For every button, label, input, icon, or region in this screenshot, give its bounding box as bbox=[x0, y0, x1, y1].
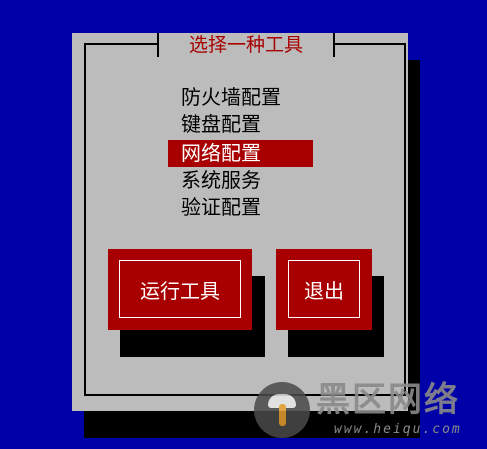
menu-item-network[interactable]: 网络配置 bbox=[168, 140, 313, 167]
watermark: 黑区网络 www.heiqu.com bbox=[254, 380, 484, 442]
menu-item-keyboard[interactable]: 键盘配置 bbox=[168, 111, 261, 138]
mushroom-logo-icon bbox=[254, 382, 310, 438]
menu-item-firewall[interactable]: 防火墙配置 bbox=[168, 84, 281, 111]
quit-button-label: 退出 bbox=[304, 279, 344, 303]
dialog-title: 选择一种工具 bbox=[157, 33, 335, 57]
run-tool-button-label: 运行工具 bbox=[140, 279, 220, 303]
watermark-url: www.heiqu.com bbox=[334, 422, 462, 437]
menu-item-authentication[interactable]: 验证配置 bbox=[168, 194, 261, 221]
watermark-title: 黑区网络 bbox=[316, 380, 460, 420]
run-tool-button[interactable]: 运行工具 bbox=[108, 249, 252, 330]
quit-button[interactable]: 退出 bbox=[276, 249, 372, 330]
menu-item-system-services[interactable]: 系统服务 bbox=[168, 167, 261, 194]
